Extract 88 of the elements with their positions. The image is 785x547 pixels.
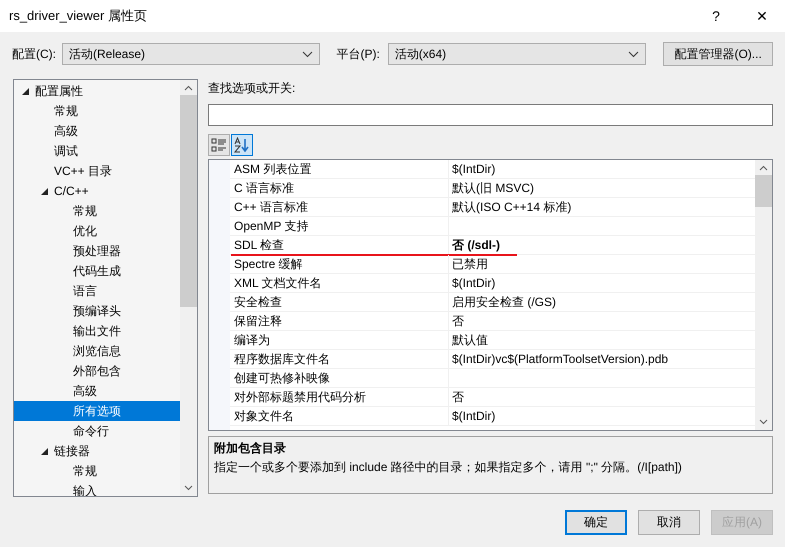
scrollbar[interactable] [180,80,197,496]
tree-item[interactable]: 预处理器 [14,241,180,261]
config-label: 配置(C): [12,46,56,62]
property-value[interactable]: $(IntDir) [449,407,755,426]
help-button[interactable]: ? [693,0,739,32]
scroll-up-icon[interactable] [759,165,768,171]
description-title: 附加包含目录 [214,440,286,457]
sort-alphabetical-button[interactable] [231,134,253,156]
property-row[interactable]: 创建可热修补映像 [209,369,755,388]
property-row[interactable]: ASM 列表位置 $(IntDir) [209,160,755,179]
search-label: 查找选项或开关: [208,80,296,97]
property-name[interactable]: Spectre 缓解 [230,255,449,274]
property-name[interactable]: 保留注释 [230,312,449,331]
property-value[interactable]: $(IntDir) [449,274,755,293]
tree-item[interactable]: 输入 [14,481,180,496]
property-value[interactable]: 否 [449,312,755,331]
property-value[interactable]: 默认(ISO C++14 标准) [449,198,755,217]
property-value[interactable]: 已禁用 [449,255,755,274]
description-text: 指定一个或多个要添加到 include 路径中的目录；如果指定多个，请用 ";" 分隔。(/I[path]) [214,459,682,476]
property-name[interactable]: 程序数据库文件名 [230,350,449,369]
expanded-triangle-icon[interactable] [41,188,48,194]
property-row[interactable]: OpenMP 支持 [209,217,755,236]
property-name[interactable]: 对外部标题禁用代码分析 [230,388,449,407]
property-row[interactable]: 安全检查 启用安全检查 (/GS) [209,293,755,312]
close-button[interactable]: ✕ [739,0,785,32]
chevron-down-icon [628,50,640,58]
property-row[interactable]: 对外部标题禁用代码分析 否 [209,388,755,407]
tree-item[interactable]: 常规 [14,461,180,481]
tree-item[interactable]: 配置属性 [14,81,180,101]
tree-item[interactable]: 优化 [14,221,180,241]
platform-label: 平台(P): [336,46,380,62]
property-row[interactable]: 对象文件名 $(IntDir) [209,407,755,426]
property-row[interactable]: C 语言标准 默认(旧 MSVC) [209,179,755,198]
window-title: rs_driver_viewer 属性页 [9,7,147,25]
scroll-thumb[interactable] [180,95,197,307]
scrollbar[interactable] [755,160,772,430]
scroll-down-icon[interactable] [184,485,193,491]
tree-item[interactable]: C/C++ [14,181,180,201]
property-name[interactable]: C++ 语言标准 [230,198,449,217]
tree-item[interactable]: 高级 [14,121,180,141]
tree-item[interactable]: 浏览信息 [14,341,180,361]
property-row[interactable]: 保留注释 否 [209,312,755,331]
property-name[interactable]: 对象文件名 [230,407,449,426]
tree-item[interactable]: 调试 [14,141,180,161]
property-row[interactable]: C++ 语言标准 默认(ISO C++14 标准) [209,198,755,217]
tree-item[interactable]: 常规 [14,201,180,221]
chevron-down-icon [302,50,314,58]
tree-item[interactable]: 语言 [14,281,180,301]
config-manager-button[interactable]: 配置管理器(O)... [663,42,773,66]
property-value[interactable]: 启用安全检查 (/GS) [449,293,755,312]
expanded-triangle-icon[interactable] [41,448,48,454]
property-row[interactable]: SDL 检查 否 (/sdl-) [209,236,755,255]
search-field[interactable] [208,104,773,126]
tree-item[interactable]: 命令行 [14,421,180,441]
dialog-button[interactable]: 取消 [638,510,700,535]
tree-item[interactable]: 代码生成 [14,261,180,281]
config-dropdown[interactable]: 活动(Release) [62,43,320,65]
tree-item[interactable]: 预编译头 [14,301,180,321]
property-name[interactable]: OpenMP 支持 [230,217,449,236]
property-name[interactable]: C 语言标准 [230,179,449,198]
property-value[interactable]: 默认值 [449,331,755,350]
property-value[interactable]: 默认(旧 MSVC) [449,179,755,198]
tree-item[interactable]: 常规 [14,101,180,121]
tree-item[interactable]: 所有选项 [14,401,180,421]
property-row[interactable]: 程序数据库文件名 $(IntDir)vc$(PlatformToolsetVersion).pdb [209,350,755,369]
expanded-triangle-icon[interactable] [22,88,29,94]
scroll-thumb[interactable] [755,175,772,207]
tree-item[interactable]: 外部包含 [14,361,180,381]
property-row[interactable]: XML 文档文件名 $(IntDir) [209,274,755,293]
property-value[interactable]: 否 [449,388,755,407]
property-name[interactable]: ASM 列表位置 [230,160,449,179]
dialog-button[interactable]: 确定 [565,510,627,535]
property-value[interactable]: $(IntDir) [449,160,755,179]
tree-item[interactable]: 高级 [14,381,180,401]
tree-item[interactable]: VC++ 目录 [14,161,180,181]
tree-item[interactable]: 链接器 [14,441,180,461]
property-name[interactable]: XML 文档文件名 [230,274,449,293]
tree-item[interactable]: 输出文件 [14,321,180,341]
scroll-up-icon[interactable] [184,85,193,91]
property-name[interactable]: 创建可热修补映像 [230,369,449,388]
property-name[interactable]: 编译为 [230,331,449,350]
categorized-view-button[interactable] [208,134,230,156]
property-row[interactable]: 编译为 默认值 [209,331,755,350]
scroll-down-icon[interactable] [759,419,768,425]
platform-dropdown[interactable]: 活动(x64) [388,43,646,65]
property-name[interactable]: 安全检查 [230,293,449,312]
property-row[interactable]: Spectre 缓解 已禁用 [209,255,755,274]
property-value[interactable]: $(IntDir)vc$(PlatformToolsetVersion).pdb [449,350,755,369]
